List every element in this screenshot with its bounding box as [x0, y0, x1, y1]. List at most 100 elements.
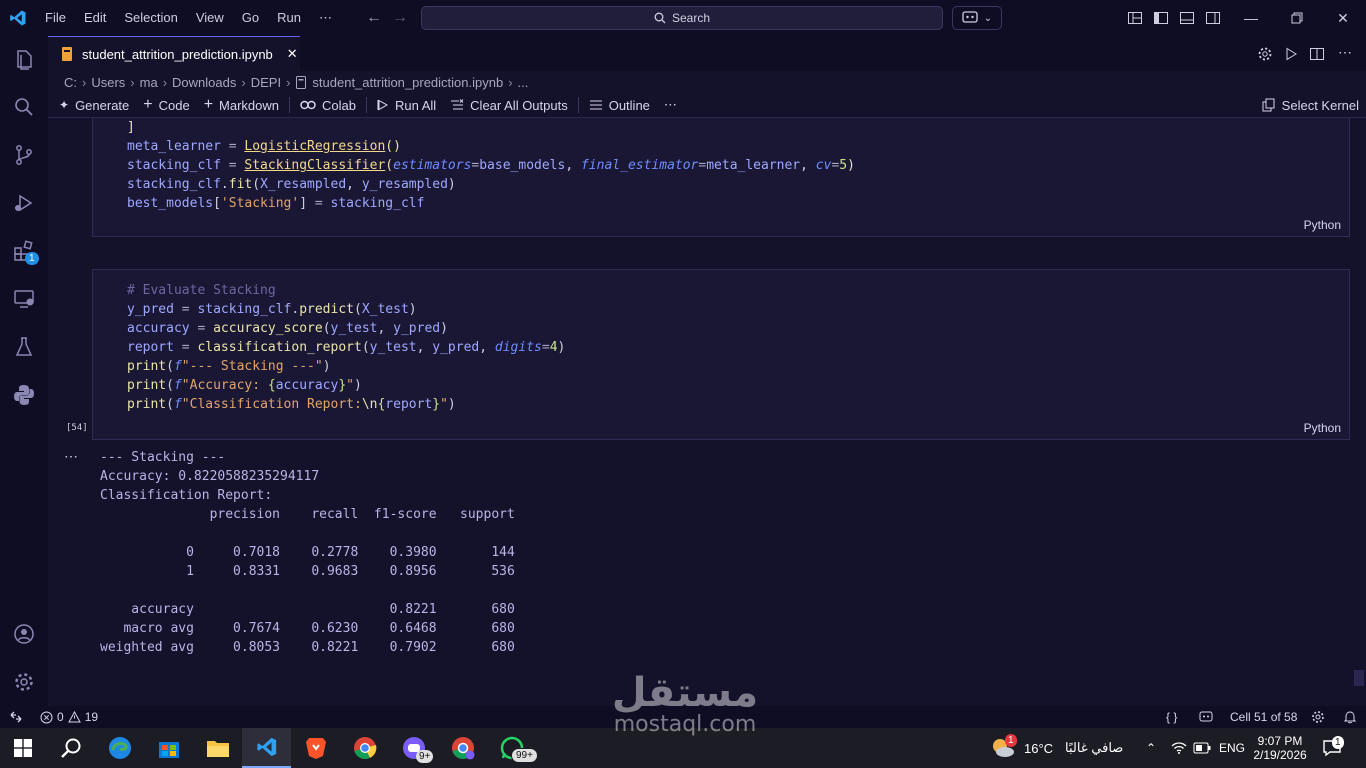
outline-button[interactable]: Outline [582, 93, 657, 117]
copilot-app-badge: 9+ [416, 750, 434, 763]
breadcrumb-depi[interactable]: DEPI [251, 75, 281, 90]
restore-window-button[interactable] [1274, 0, 1320, 36]
select-kernel-button[interactable]: Select Kernel [1255, 93, 1366, 117]
copilot-button[interactable]: ⌄ [952, 6, 1002, 30]
python-icon[interactable] [0, 371, 48, 419]
problems-indicator[interactable]: 0 19 [32, 710, 106, 724]
tab-notebook[interactable]: student_attrition_prediction.ipynb ✕ [48, 36, 300, 71]
customize-layout-icon[interactable] [1127, 10, 1143, 26]
source-control-icon[interactable] [0, 131, 48, 179]
chrome-profile-icon[interactable] [438, 728, 487, 768]
output-line: 0 0.7018 0.2778 0.3980 144 [100, 545, 515, 560]
add-code-cell-button[interactable]: + Code [136, 93, 196, 117]
microsoft-store-icon[interactable] [144, 728, 193, 768]
split-editor-icon[interactable] [1309, 46, 1325, 62]
colab-button[interactable]: Colab [293, 93, 363, 117]
activity-bar: 1 [0, 36, 48, 706]
run-all-button[interactable]: Run All [370, 93, 443, 117]
copilot-app-icon[interactable]: 9+ [389, 728, 438, 768]
remote-indicator[interactable] [0, 711, 32, 723]
code-line: ] [127, 120, 135, 135]
whatsapp-icon[interactable]: 99+ [487, 728, 538, 768]
chrome-browser-icon[interactable] [340, 728, 389, 768]
notification-center[interactable]: 1 [1322, 728, 1344, 768]
toolbar-more-button[interactable]: ⋯ [657, 93, 684, 117]
code-line: report = classification_report(y_test, y… [127, 340, 566, 355]
code-line: print(f"Classification Report:\n{report}… [127, 397, 456, 412]
breadcrumb-downloads[interactable]: Downloads [172, 75, 236, 90]
menu-view[interactable]: View [187, 0, 233, 36]
output-more-icon[interactable]: ⋯ [64, 448, 78, 465]
search-view-icon[interactable] [0, 83, 48, 131]
notebook-editor: ] meta_learner = LogisticRegression() st… [48, 117, 1366, 706]
settings-gear-icon[interactable] [0, 658, 48, 706]
file-explorer-icon[interactable] [193, 728, 242, 768]
notifications-bell-icon[interactable] [1343, 710, 1357, 724]
input-language[interactable]: ENG [1219, 728, 1245, 768]
scrollbar-thumb[interactable] [1354, 670, 1364, 686]
vscode-taskbar-icon[interactable] [242, 728, 291, 768]
breadcrumb-users[interactable]: Users [91, 75, 125, 90]
weather-badge: 1 [1005, 734, 1017, 747]
accounts-icon[interactable] [0, 610, 48, 658]
windows-start-icon[interactable] [0, 728, 46, 768]
editor-more-actions-icon[interactable]: ⋯ [1338, 44, 1352, 61]
command-center-search[interactable]: Search [421, 6, 943, 30]
language-status-braces[interactable]: { } [1166, 710, 1177, 724]
menu-file[interactable]: File [36, 0, 75, 36]
remote-explorer-icon[interactable] [0, 275, 48, 323]
code-cell-evaluate-stacking[interactable]: # Evaluate Stacking y_pred = stacking_cl… [92, 269, 1350, 440]
forward-arrow-icon[interactable]: → [387, 9, 413, 27]
breadcrumb-file[interactable]: student_attrition_prediction.ipynb [312, 75, 503, 90]
edge-browser-icon[interactable] [95, 728, 144, 768]
toggle-primary-sidebar-icon[interactable] [1153, 10, 1169, 26]
code-line: stacking_clf = StackingClassifier(estima… [127, 158, 855, 173]
code-label: Code [158, 97, 190, 113]
breadcrumb-drive[interactable]: C: [64, 75, 77, 90]
breadcrumb-ma[interactable]: ma [140, 75, 158, 90]
warning-icon [67, 711, 81, 723]
add-markdown-cell-button[interactable]: + Markdown [197, 93, 286, 117]
search-label: Search [671, 11, 711, 25]
show-hidden-icons-chevron-icon[interactable]: ⌃ [1146, 728, 1156, 768]
battery-icon[interactable] [1193, 742, 1211, 754]
menu-run[interactable]: Run [268, 0, 310, 36]
clock[interactable]: 9:07 PM 2/19/2026 [1253, 728, 1306, 768]
weather-description: صافي غالبًا [1065, 740, 1124, 755]
menu-go[interactable]: Go [233, 0, 268, 36]
toggle-secondary-sidebar-icon[interactable] [1205, 10, 1221, 26]
cell-position[interactable]: Cell 51 of 58 [1230, 710, 1297, 724]
plus-icon: + [143, 96, 153, 113]
code-line: y_pred = stacking_clf.predict(X_test) [127, 302, 417, 317]
breadcrumb: C: › Users › ma › Downloads › DEPI › student_… [64, 74, 529, 90]
extensions-icon[interactable]: 1 [0, 227, 48, 275]
toggle-panel-icon[interactable] [1179, 10, 1195, 26]
generate-button[interactable]: ✦ Generate [48, 93, 136, 117]
menu-edit[interactable]: Edit [75, 0, 115, 36]
markdown-label: Markdown [219, 97, 279, 113]
menu-selection[interactable]: Selection [115, 0, 186, 36]
copilot-status-icon[interactable] [1199, 710, 1213, 724]
taskbar-search-icon[interactable] [46, 728, 95, 768]
sparkle-icon: ✦ [59, 98, 70, 112]
weather-widget[interactable]: 1 16°C صافي غالبًا [990, 728, 1123, 768]
settings-sync-icon[interactable] [1311, 710, 1325, 724]
code-cell-stacking-fit[interactable]: ] meta_learner = LogisticRegression() st… [92, 118, 1350, 237]
back-arrow-icon[interactable]: ← [361, 9, 387, 27]
menu-more[interactable]: ⋯ [310, 0, 341, 36]
clear-all-outputs-button[interactable]: Clear All Outputs [443, 93, 575, 117]
notebook-settings-gear-icon[interactable] [1257, 46, 1273, 62]
brave-browser-icon[interactable] [291, 728, 340, 768]
explorer-icon[interactable] [0, 36, 48, 84]
cell-language-label[interactable]: Python [1304, 421, 1341, 435]
breadcrumb-more[interactable]: ... [518, 75, 529, 90]
wifi-icon[interactable] [1171, 740, 1187, 756]
testing-flask-icon[interactable] [0, 323, 48, 371]
minimize-window-button[interactable]: — [1228, 0, 1274, 36]
plus-icon: + [203, 96, 214, 113]
close-window-button[interactable]: ✕ [1320, 0, 1366, 36]
cell-language-label[interactable]: Python [1304, 218, 1341, 232]
run-play-icon[interactable] [1283, 46, 1299, 62]
tab-close-icon[interactable]: ✕ [287, 46, 298, 62]
run-and-debug-icon[interactable] [0, 179, 48, 227]
